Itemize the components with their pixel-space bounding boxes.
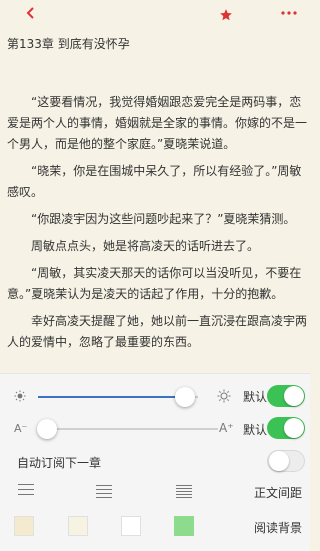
- paragraph: “这要看情况，我觉得婚姻跟恋爱完全是两码事，恋爱是两个人的事情，婚姻就是全家的事…: [7, 95, 308, 151]
- paragraph: “周敏，其实凌天那天的话你可以当没听见，不要在意。”夏晓茉认为是凌天的话起了作用…: [7, 266, 302, 301]
- sun-large-icon: [217, 389, 231, 406]
- paragraph: 周敏点点头，她是将高凌天的话听进去了。: [31, 239, 260, 253]
- toggle-knob: [284, 386, 304, 406]
- brightness-slider-knob[interactable]: [175, 387, 196, 407]
- toggle-knob: [284, 418, 304, 438]
- reader-toolbar: [0, 0, 310, 30]
- sun-small-icon: [14, 390, 26, 405]
- star-icon[interactable]: [219, 7, 233, 21]
- font-size-slider-track[interactable]: [38, 428, 218, 430]
- brightness-default-label: 默认: [243, 390, 268, 404]
- font-size-slider-knob[interactable]: [37, 419, 57, 439]
- more-icon[interactable]: [281, 9, 297, 15]
- reading-background-label: 阅读背景: [254, 521, 303, 535]
- paragraph: 幸好高凌天提醒了她，她以前一直沉浸在跟高凌宇两人的爱情中，忽略了最重要的东西。: [7, 314, 308, 349]
- background-swatch-green[interactable]: [174, 516, 194, 536]
- chapter-title: 第133章 到底有没怀孕: [7, 37, 130, 51]
- toggle-knob: [269, 451, 289, 471]
- paragraph: “你跟凌宇因为这些问题吵起来了？”夏晓茉猜测。: [31, 212, 296, 226]
- line-spacing-label: 正文间距: [254, 486, 303, 500]
- chevron-left-icon[interactable]: [24, 6, 38, 20]
- background-swatch-white[interactable]: [121, 516, 141, 536]
- auto-subscribe-toggle[interactable]: [267, 450, 305, 472]
- paragraph: “晓茉，你是在围城中呆久了，所以有经验了。”周敏感叹。: [7, 164, 302, 199]
- font-default-toggle[interactable]: [267, 417, 305, 439]
- reading-settings-panel: 默认 A⁻ A⁺ 默认 自动订阅下一章 正文间距 阅读背景: [0, 373, 310, 551]
- spacing-medium-icon[interactable]: [96, 485, 112, 498]
- font-smaller-icon[interactable]: A⁻: [14, 422, 27, 435]
- brightness-default-toggle[interactable]: [267, 385, 305, 407]
- spacing-loose-icon[interactable]: [18, 484, 34, 495]
- background-swatch-beige[interactable]: [14, 516, 34, 536]
- background-swatch-cream[interactable]: [68, 516, 88, 536]
- font-default-label: 默认: [243, 423, 268, 437]
- brightness-slider-fill: [38, 396, 186, 398]
- font-larger-icon[interactable]: A⁺: [219, 421, 234, 435]
- spacing-tight-icon[interactable]: [176, 485, 192, 498]
- chapter-content: “这要看情况，我觉得婚姻跟恋爱完全是两码事，恋爱是两个人的事情，婚姻就是全家的事…: [7, 92, 307, 359]
- auto-subscribe-label: 自动订阅下一章: [17, 456, 102, 470]
